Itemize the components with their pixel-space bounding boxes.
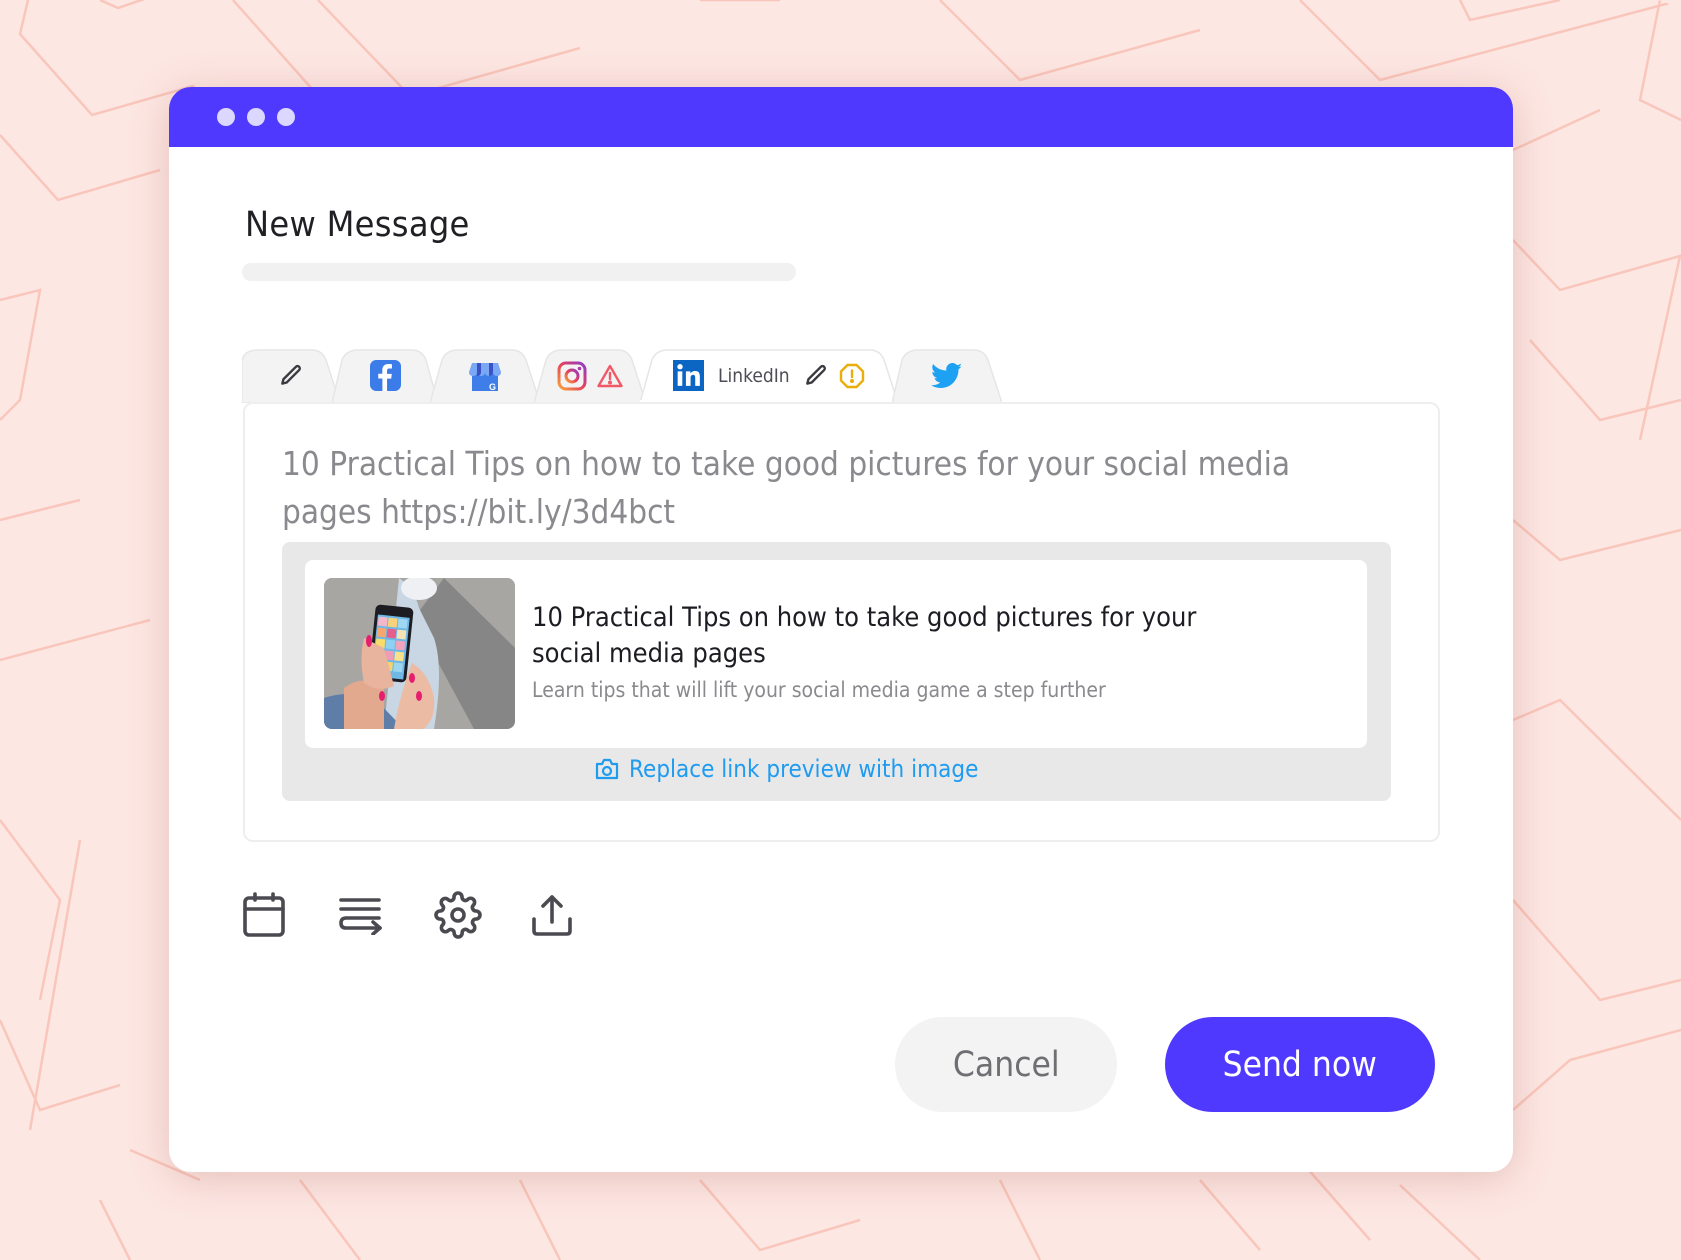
link-preview-description: Learn tips that will lift your social me… <box>532 678 1106 702</box>
linkedin-icon <box>672 360 704 391</box>
network-tabs: G LinkedIn <box>242 348 1002 403</box>
text-wrap-icon <box>339 898 382 935</box>
replace-link-preview-button[interactable]: Replace link preview with image <box>595 755 1017 783</box>
pencil-icon <box>281 364 301 385</box>
window-titlebar <box>169 87 1513 147</box>
queue-button[interactable] <box>338 887 434 943</box>
link-preview-card[interactable]: 10 Practical Tips on how to take good pi… <box>305 560 1367 748</box>
tab-twitter[interactable] <box>892 348 1002 403</box>
svg-text:G: G <box>489 382 496 391</box>
link-preview: 10 Practical Tips on how to take good pi… <box>282 542 1391 801</box>
send-now-button[interactable]: Send now <box>1165 1017 1435 1112</box>
tab-google-business[interactable]: G <box>430 348 540 403</box>
compose-window: New Message G LinkedIn 10 Practical Tips… <box>169 87 1513 1172</box>
pencil-icon[interactable] <box>803 363 829 389</box>
instagram-icon <box>557 361 587 390</box>
tab-linkedin-label: LinkedIn <box>717 364 790 387</box>
message-composer[interactable]: 10 Practical Tips on how to take good pi… <box>243 402 1440 842</box>
tab-all-networks[interactable] <box>242 348 340 403</box>
link-preview-title: 10 Practical Tips on how to take good pi… <box>532 602 1197 669</box>
facebook-icon <box>369 360 401 391</box>
cancel-button[interactable]: Cancel <box>895 1017 1117 1112</box>
gear-icon <box>434 891 482 939</box>
cancel-label: Cancel <box>952 1044 1060 1085</box>
window-dot[interactable] <box>217 108 235 126</box>
tab-facebook[interactable] <box>332 348 438 403</box>
tab-instagram[interactable] <box>534 348 646 403</box>
camera-icon <box>595 758 619 780</box>
message-text[interactable]: 10 Practical Tips on how to take good pi… <box>282 440 1362 536</box>
settings-button[interactable] <box>434 887 530 943</box>
calendar-icon <box>243 892 285 937</box>
subject-input[interactable] <box>242 263 796 281</box>
alert-octagon-icon <box>840 363 865 388</box>
window-dot[interactable] <box>247 108 265 126</box>
composer-toolbar <box>242 887 626 943</box>
tab-background <box>534 349 646 403</box>
twitter-icon <box>931 362 963 388</box>
replace-link-label: Replace link preview with image <box>629 755 979 783</box>
window-dot[interactable] <box>277 108 295 126</box>
send-now-label: Send now <box>1222 1044 1378 1085</box>
warning-triangle-icon <box>597 364 623 387</box>
schedule-button[interactable] <box>242 887 338 943</box>
upload-button[interactable] <box>530 887 626 943</box>
link-preview-thumbnail <box>324 578 515 729</box>
upload-icon <box>532 895 572 936</box>
page-title: New Message <box>245 205 470 245</box>
person-holding-phone-image <box>324 578 515 729</box>
google-my-business-icon: G <box>469 362 501 391</box>
tab-linkedin[interactable]: LinkedIn <box>640 348 898 403</box>
